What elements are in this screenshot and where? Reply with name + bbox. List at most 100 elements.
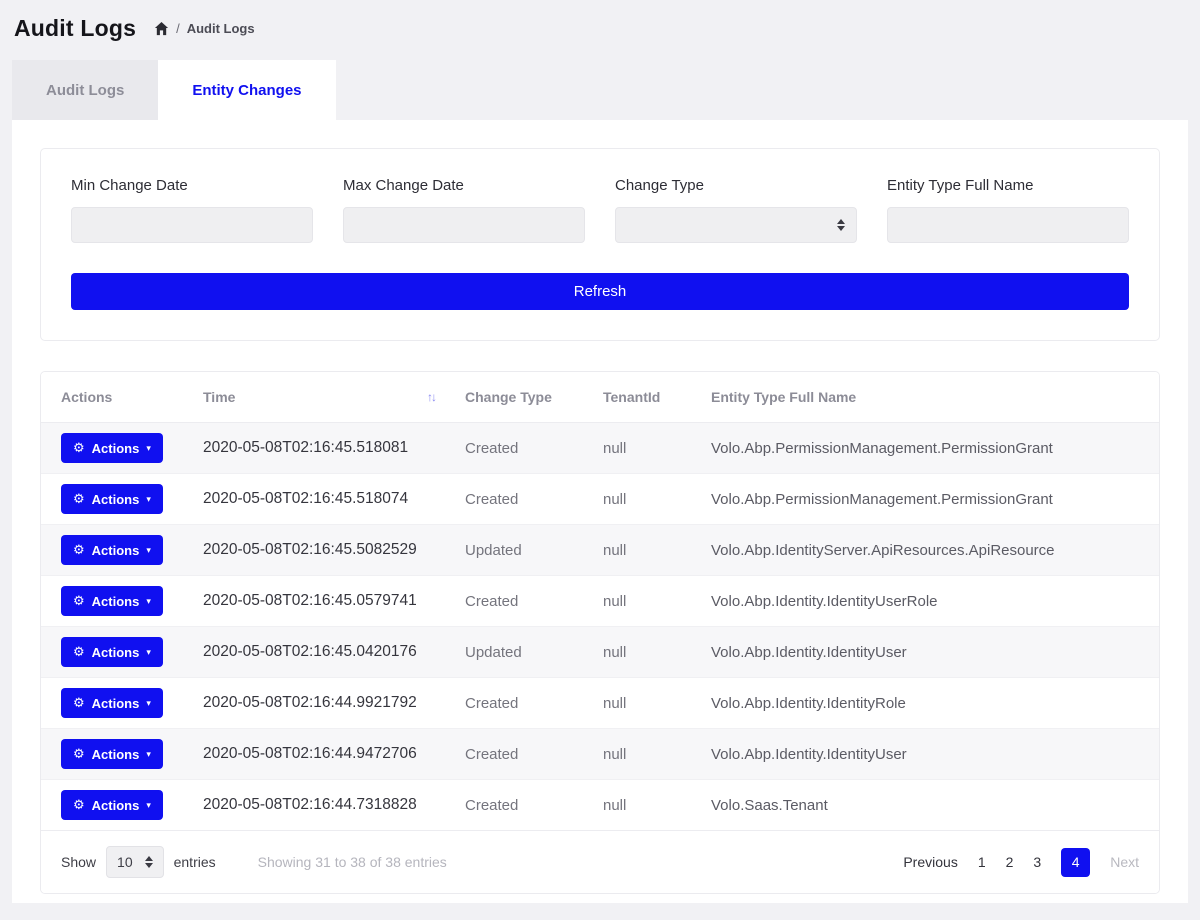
- cell-tenant-id: null: [591, 525, 699, 576]
- max-change-date-label: Max Change Date: [343, 177, 585, 194]
- actions-dropdown-button[interactable]: ⚙Actions▾: [61, 535, 163, 565]
- cell-entity-type: Volo.Abp.IdentityServer.ApiResources.Api…: [699, 525, 1159, 576]
- pagination-page-2[interactable]: 2: [1006, 854, 1014, 870]
- cell-change-type: Updated: [453, 525, 591, 576]
- gear-icon: ⚙: [73, 644, 85, 660]
- filter-card: Min Change Date Max Change Date Change T…: [40, 148, 1160, 341]
- cell-tenant-id: null: [591, 729, 699, 780]
- change-type-label: Change Type: [615, 177, 857, 194]
- cell-entity-type: Volo.Abp.PermissionManagement.Permission…: [699, 423, 1159, 474]
- cell-change-type: Created: [453, 474, 591, 525]
- breadcrumb: / Audit Logs: [154, 21, 255, 36]
- field-entity-type-full-name: Entity Type Full Name: [887, 177, 1129, 243]
- table-header-row: Actions Time ↑↓ Change Type TenantId Ent…: [41, 372, 1159, 423]
- actions-dropdown-button[interactable]: ⚙Actions▾: [61, 688, 163, 718]
- header-actions: Actions: [41, 372, 191, 423]
- header-entity-type-full-name: Entity Type Full Name: [699, 372, 1159, 423]
- caret-down-icon: ▾: [146, 698, 151, 709]
- field-change-type: Change Type: [615, 177, 857, 243]
- cell-entity-type: Volo.Abp.PermissionManagement.Permission…: [699, 474, 1159, 525]
- table-row: ⚙Actions▾ 2020-05-08T02:16:45.0420176 Up…: [41, 627, 1159, 678]
- cell-change-type: Created: [453, 576, 591, 627]
- actions-dropdown-button[interactable]: ⚙Actions▾: [61, 637, 163, 667]
- gear-icon: ⚙: [73, 797, 85, 813]
- entity-changes-table-card: Actions Time ↑↓ Change Type TenantId Ent…: [40, 371, 1160, 894]
- cell-tenant-id: null: [591, 576, 699, 627]
- min-change-date-label: Min Change Date: [71, 177, 313, 194]
- header-tenant-id: TenantId: [591, 372, 699, 423]
- table-footer: Show 10 entries Showing 31 to 38 of 38 e…: [41, 830, 1159, 893]
- sort-icon[interactable]: ↑↓: [427, 390, 435, 404]
- cell-tenant-id: null: [591, 678, 699, 729]
- pagination-page-3[interactable]: 3: [1033, 854, 1041, 870]
- page-size-select[interactable]: 10: [106, 846, 164, 878]
- pagination-page-4-active[interactable]: 4: [1061, 848, 1090, 877]
- home-icon[interactable]: [154, 21, 169, 36]
- entity-type-full-name-label: Entity Type Full Name: [887, 177, 1129, 194]
- entity-type-full-name-input[interactable]: [887, 207, 1129, 243]
- page-title: Audit Logs: [14, 15, 136, 42]
- cell-tenant-id: null: [591, 474, 699, 525]
- caret-down-icon: ▾: [146, 749, 151, 760]
- cell-entity-type: Volo.Abp.Identity.IdentityUserRole: [699, 576, 1159, 627]
- gear-icon: ⚙: [73, 542, 85, 558]
- gear-icon: ⚙: [73, 695, 85, 711]
- caret-down-icon: ▾: [146, 443, 151, 454]
- table-row: ⚙Actions▾ 2020-05-08T02:16:45.518081 Cre…: [41, 423, 1159, 474]
- change-type-select[interactable]: [615, 207, 857, 243]
- tab-strip: Audit Logs Entity Changes: [12, 60, 1188, 120]
- table-row: ⚙Actions▾ 2020-05-08T02:16:45.0579741 Cr…: [41, 576, 1159, 627]
- field-max-change-date: Max Change Date: [343, 177, 585, 243]
- table-row: ⚙Actions▾ 2020-05-08T02:16:45.5082529 Up…: [41, 525, 1159, 576]
- pagination-next[interactable]: Next: [1110, 854, 1139, 870]
- cell-time: 2020-05-08T02:16:44.9921792: [191, 678, 453, 729]
- tab-entity-changes[interactable]: Entity Changes: [158, 60, 335, 120]
- gear-icon: ⚙: [73, 440, 85, 456]
- cell-entity-type: Volo.Abp.Identity.IdentityRole: [699, 678, 1159, 729]
- gear-icon: ⚙: [73, 746, 85, 762]
- actions-dropdown-button[interactable]: ⚙Actions▾: [61, 790, 163, 820]
- cell-time: 2020-05-08T02:16:45.5082529: [191, 525, 453, 576]
- showing-entries-text: Showing 31 to 38 of 38 entries: [258, 854, 447, 870]
- entries-label: entries: [174, 854, 216, 870]
- tab-audit-logs[interactable]: Audit Logs: [12, 60, 158, 120]
- cell-time: 2020-05-08T02:16:45.518074: [191, 474, 453, 525]
- pagination-page-1[interactable]: 1: [978, 854, 986, 870]
- table-row: ⚙Actions▾ 2020-05-08T02:16:44.7318828 Cr…: [41, 780, 1159, 831]
- page-header: Audit Logs / Audit Logs: [0, 0, 1200, 58]
- cell-time: 2020-05-08T02:16:45.0420176: [191, 627, 453, 678]
- field-min-change-date: Min Change Date: [71, 177, 313, 243]
- select-arrows-icon: [837, 219, 845, 231]
- cell-tenant-id: null: [591, 627, 699, 678]
- header-time[interactable]: Time ↑↓: [191, 372, 453, 423]
- cell-entity-type: Volo.Abp.Identity.IdentityUser: [699, 627, 1159, 678]
- actions-dropdown-button[interactable]: ⚙Actions▾: [61, 484, 163, 514]
- cell-change-type: Created: [453, 678, 591, 729]
- cell-time: 2020-05-08T02:16:44.7318828: [191, 780, 453, 831]
- caret-down-icon: ▾: [146, 494, 151, 505]
- min-change-date-input[interactable]: [71, 207, 313, 243]
- cell-change-type: Created: [453, 780, 591, 831]
- table-row: ⚙Actions▾ 2020-05-08T02:16:45.518074 Cre…: [41, 474, 1159, 525]
- breadcrumb-current: Audit Logs: [187, 21, 255, 36]
- pagination-previous[interactable]: Previous: [903, 854, 957, 870]
- refresh-button[interactable]: Refresh: [71, 273, 1129, 310]
- cell-entity-type: Volo.Saas.Tenant: [699, 780, 1159, 831]
- actions-dropdown-button[interactable]: ⚙Actions▾: [61, 586, 163, 616]
- cell-time: 2020-05-08T02:16:44.9472706: [191, 729, 453, 780]
- max-change-date-input[interactable]: [343, 207, 585, 243]
- show-label: Show: [61, 854, 96, 870]
- cell-time: 2020-05-08T02:16:45.518081: [191, 423, 453, 474]
- actions-dropdown-button[interactable]: ⚙Actions▾: [61, 739, 163, 769]
- cell-change-type: Updated: [453, 627, 591, 678]
- cell-tenant-id: null: [591, 780, 699, 831]
- caret-down-icon: ▾: [146, 800, 151, 811]
- actions-dropdown-button[interactable]: ⚙Actions▾: [61, 433, 163, 463]
- breadcrumb-separator: /: [176, 21, 180, 36]
- entity-changes-table: Actions Time ↑↓ Change Type TenantId Ent…: [41, 372, 1159, 830]
- caret-down-icon: ▾: [146, 545, 151, 556]
- caret-down-icon: ▾: [146, 596, 151, 607]
- select-arrows-icon: [145, 856, 153, 868]
- cell-entity-type: Volo.Abp.Identity.IdentityUser: [699, 729, 1159, 780]
- page-size-value: 10: [117, 854, 133, 870]
